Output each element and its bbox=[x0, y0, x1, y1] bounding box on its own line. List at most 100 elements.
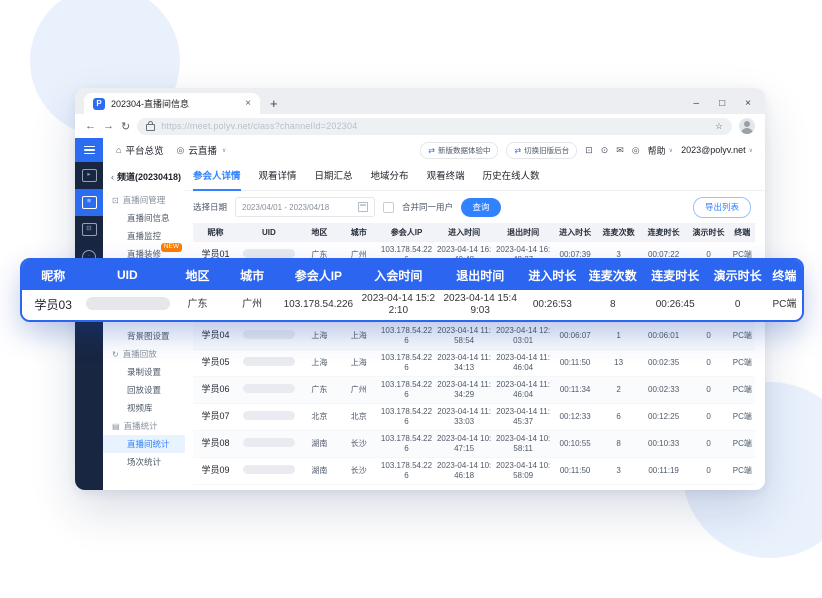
table-cell: 2023-04-14 11:34:13 bbox=[435, 350, 494, 377]
account-menu[interactable]: 2023@polyv.net ∨ bbox=[681, 145, 753, 155]
sidebar-section-live-manage[interactable]: ⊡ 直播间管理 bbox=[103, 191, 185, 209]
export-list-button[interactable]: 导出列表 bbox=[693, 197, 751, 218]
tab-viewing-details[interactable]: 观看详情 bbox=[259, 161, 297, 191]
sidebar-item-playback-setting[interactable]: 回放设置 bbox=[103, 381, 185, 399]
clock-icon[interactable]: ⊙ bbox=[601, 145, 609, 156]
table-cell: 学员06 bbox=[193, 377, 238, 404]
back-chevron-icon: ‹ bbox=[111, 172, 114, 182]
browser-tab[interactable]: P 202304-直播间信息 × bbox=[84, 93, 260, 114]
sidebar-item-room-stats[interactable]: 直播间统计 bbox=[103, 435, 185, 453]
reload-icon[interactable]: ↻ bbox=[121, 120, 130, 133]
sidebar-item-video-library[interactable]: 视频库 bbox=[103, 399, 185, 417]
sidebar-item-label: 直播间管理 bbox=[123, 194, 166, 206]
column-header: UID bbox=[238, 223, 300, 242]
switch-old-console-button[interactable]: ⇄ 切换旧版后台 bbox=[506, 142, 577, 159]
profile-avatar[interactable] bbox=[739, 118, 755, 134]
table-cell: 00:12:25 bbox=[640, 404, 688, 431]
table-cell: 00:02:33 bbox=[640, 377, 688, 404]
table-cell: 2023-04-14 11:58:54 bbox=[435, 323, 494, 350]
column-header: 城市 bbox=[225, 260, 280, 290]
url-field[interactable]: https://meet.polyv.net/class?channelId=2… bbox=[137, 118, 732, 135]
home-icon: ⌂ bbox=[116, 145, 121, 155]
monitor-icon[interactable]: ⊡ bbox=[585, 145, 593, 156]
calendar-icon bbox=[358, 202, 368, 212]
table-cell: 广州 bbox=[225, 290, 280, 320]
table-cell: 00:06:07 bbox=[553, 323, 598, 350]
chevron-down-icon: ∨ bbox=[749, 147, 753, 154]
table-cell: 2023-04-14 15:49:03 bbox=[439, 290, 521, 320]
new-data-badge-button[interactable]: ⇄ 新版数据体验中 bbox=[420, 142, 498, 159]
browser-url-bar: ← → ↻ https://meet.polyv.net/class?chann… bbox=[75, 114, 765, 138]
tab-date-summary[interactable]: 日期汇总 bbox=[315, 161, 353, 191]
table-cell: PC端 bbox=[767, 290, 802, 320]
table-cell: 2023-04-14 12:03:01 bbox=[494, 323, 553, 350]
table-cell: 13 bbox=[598, 350, 640, 377]
new-tab-icon[interactable]: + bbox=[270, 96, 278, 111]
chevron-down-icon: ∨ bbox=[222, 147, 226, 154]
bookmark-star-icon[interactable]: ☆ bbox=[715, 121, 723, 132]
stats-icon: ▤ bbox=[112, 422, 120, 431]
table-cell: 广东 bbox=[170, 290, 225, 320]
table-cell: 103.178.54.226 bbox=[378, 350, 434, 377]
tab-title: 202304-直播间信息 bbox=[111, 97, 239, 110]
table-cell: 0 bbox=[687, 404, 729, 431]
column-header: 连麦次数 bbox=[598, 223, 640, 242]
browser-tab-strip: P 202304-直播间信息 × + – □ × bbox=[75, 88, 765, 114]
tab-history-online[interactable]: 历史在线人数 bbox=[483, 161, 540, 191]
mail-icon[interactable]: ✉ bbox=[616, 145, 624, 156]
merge-user-checkbox[interactable] bbox=[383, 202, 394, 213]
redacted-uid bbox=[243, 465, 295, 474]
column-header: 退出时间 bbox=[494, 223, 553, 242]
date-range-input[interactable]: 2023/04/01 - 2023/04/18 bbox=[235, 197, 375, 217]
back-icon[interactable]: ← bbox=[85, 120, 96, 132]
sidebar-toggle-button[interactable] bbox=[75, 138, 103, 162]
table-cell: 学员07 bbox=[193, 404, 238, 431]
sidebar-section-live-stats[interactable]: ▤ 直播统计 bbox=[103, 417, 185, 435]
sidebar-item-background-setting[interactable]: 背景图设置 bbox=[103, 327, 185, 345]
table-cell: PC端 bbox=[730, 458, 755, 485]
minimize-icon[interactable]: – bbox=[694, 98, 700, 109]
column-header: 连麦时长 bbox=[642, 260, 708, 290]
tab-region-distribution[interactable]: 地域分布 bbox=[371, 161, 409, 191]
rail-item-live[interactable]: ▸ bbox=[75, 162, 103, 189]
column-header: 连麦时长 bbox=[640, 223, 688, 242]
tab-viewing-terminal[interactable]: 观看终端 bbox=[427, 161, 465, 191]
service-icon[interactable]: ◎ bbox=[632, 145, 640, 156]
table-cell: 湖南 bbox=[300, 431, 339, 458]
column-header: 地区 bbox=[300, 223, 339, 242]
nav-cloud-live[interactable]: ◎ 云直播 ∨ bbox=[176, 143, 226, 157]
column-header: 进入时长 bbox=[521, 260, 583, 290]
sidebar-item-room-info[interactable]: 直播间信息 bbox=[103, 209, 185, 227]
sidebar-item-label: 录制设置 bbox=[127, 366, 161, 378]
column-header: 演示时长 bbox=[708, 260, 767, 290]
table-cell: 3 bbox=[598, 458, 640, 485]
sidebar-item-record-setting[interactable]: 录制设置 bbox=[103, 363, 185, 381]
close-icon[interactable]: × bbox=[745, 98, 751, 109]
sidebar-item-session-stats[interactable]: 场次统计 bbox=[103, 453, 185, 471]
query-button[interactable]: 查询 bbox=[461, 198, 501, 217]
table-row: 学员03广东广州103.178.54.2262023-04-14 15:22:1… bbox=[22, 290, 802, 320]
column-header: 进入时间 bbox=[435, 223, 494, 242]
tab-participant-details[interactable]: 参会人详情 bbox=[193, 161, 241, 191]
swap-icon: ⇄ bbox=[514, 146, 521, 155]
maximize-icon[interactable]: □ bbox=[719, 98, 725, 109]
channel-header[interactable]: ‹ 频道(20230418) bbox=[103, 162, 185, 191]
table-cell bbox=[238, 350, 300, 377]
table-cell: 学员08 bbox=[193, 431, 238, 458]
table-cell bbox=[238, 458, 300, 485]
swap-icon: ⇄ bbox=[428, 146, 435, 155]
sidebar: ‹ 频道(20230418) ⊡ 直播间管理 直播间信息 直播监控 直播装修 N… bbox=[103, 162, 186, 490]
rail-item-data[interactable]: ≡ bbox=[75, 189, 103, 216]
table-cell: 103.178.54.226 bbox=[378, 404, 434, 431]
url-text: https://meet.polyv.net/class?channelId=2… bbox=[161, 121, 357, 131]
magnified-row-overlay: 昵称UID地区城市参会人IP入会时间退出时间进入时长连麦次数连麦时长演示时长终端… bbox=[20, 258, 804, 322]
forward-icon[interactable]: → bbox=[103, 120, 114, 132]
sidebar-section-playback[interactable]: ↻ 直播回放 bbox=[103, 345, 185, 363]
tab-close-icon[interactable]: × bbox=[245, 98, 251, 109]
nav-label: 云直播 bbox=[188, 143, 217, 157]
nav-platform-overview[interactable]: ⌂ 平台总览 bbox=[116, 143, 163, 157]
column-header: 昵称 bbox=[22, 260, 84, 290]
rail-item-layout[interactable]: ⊟ bbox=[75, 216, 103, 243]
help-menu[interactable]: 帮助 ∨ bbox=[648, 144, 673, 157]
table-cell: 00:10:55 bbox=[553, 431, 598, 458]
